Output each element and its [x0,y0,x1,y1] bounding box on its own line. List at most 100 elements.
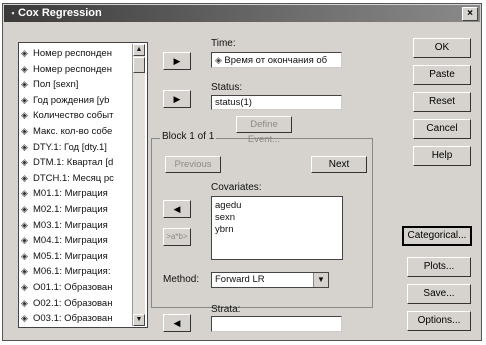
variable-label: DTY.1: Год [dty.1] [33,141,107,153]
covariate-item[interactable]: agedu [215,200,241,212]
variable-list-item[interactable]: ◈ O02.1: Образован [21,296,112,310]
variable-scale-icon: ◈ [21,297,28,308]
cancel-button[interactable]: Cancel [413,119,471,139]
variable-list-item[interactable]: ◈ DTM.1: Квартал [d [21,155,113,169]
variable-scale-icon: ◈ [21,63,28,74]
variable-scale-icon: ◈ [21,204,28,214]
variable-list-item[interactable]: ◈ M05.1: Миграция [21,249,108,263]
scroll-up-icon[interactable]: ▲ [133,44,145,56]
variable-list-item[interactable]: ◈ Год рождения [yb [21,93,109,107]
time-field[interactable]: ◈ Время от окончания об [211,52,342,68]
save-button[interactable]: Save... [407,284,471,304]
variable-label: Макс. кол-во собе [33,126,113,137]
variable-scale-icon: ◈ [21,219,28,230]
categorical-button[interactable]: Categorical... [402,226,472,246]
variable-scale-icon: ◈ [21,79,28,90]
scroll-down-icon[interactable]: ▼ [133,314,145,326]
source-variable-list[interactable]: ◈ Номер респонден ◈ Номер респонден ◈ Пол [se… [18,42,148,328]
variable-label: M01.1: Миграция [33,188,108,200]
variable-scale-icon: ◈ [21,110,28,121]
variable-label: O03.1: Образован [33,313,113,325]
close-button[interactable]: × [462,7,478,21]
variable-scale-icon: ◈ [21,157,28,168]
variable-scale-icon: ◈ [21,141,28,152]
variable-label: Пол [sexn] [33,79,79,91]
title-bar: ▪ Cox Regression × [4,5,480,22]
variable-scale-icon: ◈ [21,266,28,277]
variable-list-item[interactable]: ◈ Пол [sexn] [21,77,78,91]
variable-scale-icon: ◈ [21,48,28,58]
scroll-thumb[interactable] [133,57,145,73]
variable-list-item[interactable]: ◈ M04.1: Миграция [21,233,108,247]
variable-label: Год рождения [yb [33,94,110,106]
strata-label: Strata: [211,304,241,315]
options-button[interactable]: Options... [407,311,471,331]
variable-label: M06.1: Миграция: [33,266,111,278]
method-label: Method: [163,274,200,285]
covariates-list[interactable]: agedu sexn ybrn [211,196,343,260]
variable-label: Номер респонден [33,48,112,59]
variable-list-item[interactable]: ◈ Макс. кол-во собе [21,124,112,138]
covariate-item[interactable]: ybrn [215,224,233,236]
variable-list-item[interactable]: ◈ DTY.1: Год [dty.1] [21,140,107,154]
variable-label: M03.1: Миграция [33,219,108,231]
variable-label: DTCH.1: Месяц рс [33,172,114,184]
status-label: Status: [211,82,243,93]
paste-button[interactable]: Paste [413,65,471,85]
variable-scale-icon: ◈ [21,126,28,136]
time-value: Время от окончания об [224,55,328,66]
ok-button[interactable]: OK [413,38,471,58]
variable-scale-icon: ◈ [21,250,28,261]
variable-scale-icon: ◈ [21,188,28,199]
variable-list-item[interactable]: ◈ M03.1: Миграция [21,218,108,232]
variable-scale-icon: ◈ [21,235,28,246]
variable-list-item[interactable]: ◈ Номер респонден [21,62,112,76]
variable-scale-icon: ◈ [21,94,28,105]
variable-list-scrollbar[interactable]: ▲ ▼ [132,44,145,326]
help-button[interactable]: Help [413,146,471,166]
arrow-left-icon: ◀ [173,318,181,328]
reset-button[interactable]: Reset [413,92,471,112]
plots-button[interactable]: Plots... [407,257,471,277]
variable-label: O02.1: Образован [33,297,113,309]
variable-list-item[interactable]: ◈ O01.1: Образован [21,280,112,294]
next-button[interactable]: Next [311,156,367,173]
chevron-down-icon[interactable]: ▼ [313,273,328,287]
strata-field[interactable] [211,316,342,332]
variable-list-item[interactable]: ◈ M06.1: Миграция: [21,264,110,278]
variable-label: M04.1: Миграция [33,235,108,247]
variable-icon: ◈ [215,55,225,65]
dialog-title: Cox Regression [18,7,102,19]
previous-button[interactable]: Previous [165,156,221,173]
variable-label: O01.1: Образован [33,282,113,293]
covariates-move-button[interactable]: ◀ [163,200,191,218]
variable-list-item[interactable]: ◈ DTCH.1: Месяц рс [21,171,114,185]
variable-list-item[interactable]: ◈ Номер респонден [21,46,112,60]
status-move-button[interactable]: ▶ [163,90,191,108]
covariate-item[interactable]: sexn [215,212,235,224]
variable-list-item[interactable]: ◈ M02.1: Миграция [21,202,108,216]
variable-list-item[interactable]: ◈ O03.1: Образован [21,311,112,325]
time-move-button[interactable]: ▶ [163,52,191,70]
variable-scale-icon: ◈ [21,172,28,183]
variable-label: M02.1: Миграция [33,204,108,215]
variable-label: M05.1: Миграция [33,250,108,262]
arrow-right-icon: ▶ [173,56,181,66]
method-select[interactable]: Forward LR ▼ [211,272,329,288]
time-label: Time: [211,38,236,49]
method-value: Forward LR [215,274,265,285]
variable-list-item[interactable]: ◈ Количество событ [21,108,113,122]
variable-list-item[interactable]: ◈ M01.1: Миграция [21,186,108,200]
status-field[interactable]: status(1) [211,95,342,110]
variable-scale-icon: ◈ [21,313,28,324]
variable-label: Количество событ [33,110,114,122]
define-event-button[interactable]: Define Event... [236,116,292,145]
interaction-button[interactable]: >a*b> [163,228,191,246]
covariates-label: Covariates: [211,182,262,193]
arrow-left-icon: ◀ [173,204,181,214]
variable-label: Номер респонден [33,63,112,75]
arrow-right-icon: ▶ [173,94,181,104]
block-label: Block 1 of 1 [160,131,217,142]
variable-scale-icon: ◈ [21,282,28,292]
strata-move-button[interactable]: ◀ [163,314,191,332]
